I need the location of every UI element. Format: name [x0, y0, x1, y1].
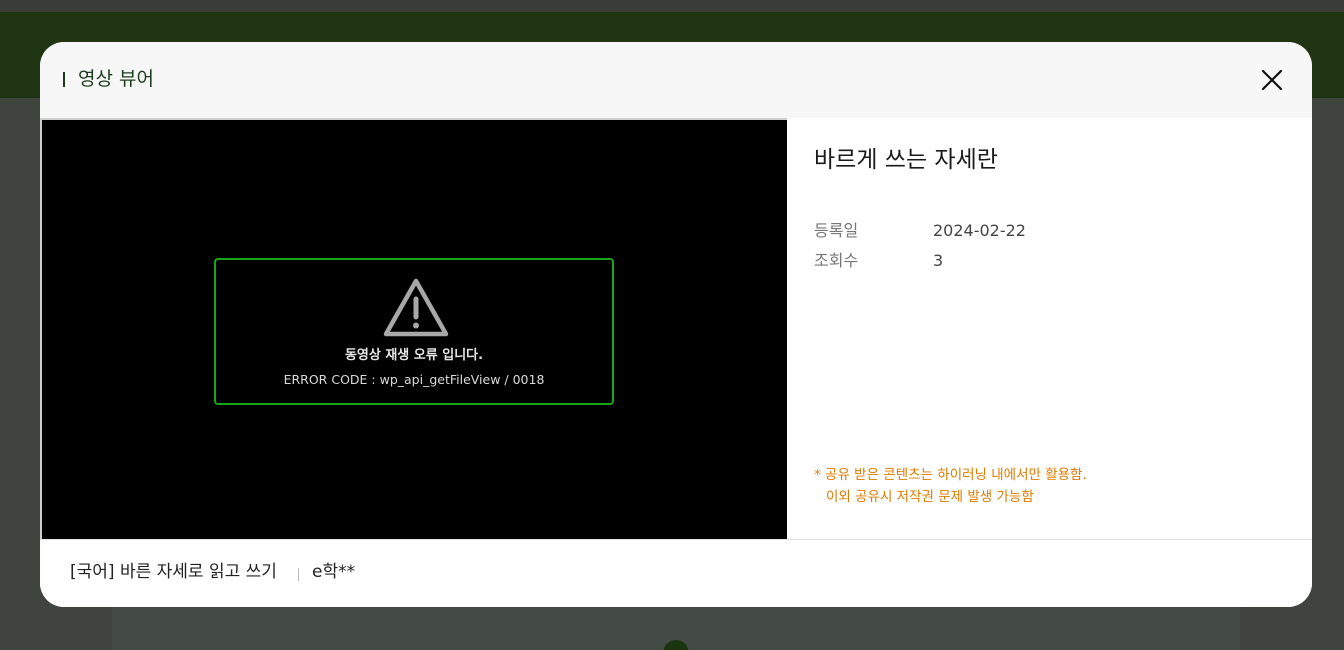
error-code: ERROR CODE : wp_api_getFileView / 0018	[283, 372, 545, 387]
notice-line-1: * 공유 받은 콘텐츠는 하이러닝 내에서만 활용함.	[814, 467, 1087, 483]
notice-line-2: 이외 공유시 저작권 문제 발생 가능함	[826, 489, 1034, 505]
video-error-box: 동영상 재생 오류 입니다. ERROR CODE : wp_api_getFi…	[214, 258, 614, 405]
modal-footer: [국어] 바른 자세로 읽고 쓰기 e학**	[40, 539, 1312, 607]
video-viewer-modal: 영상 뷰어 동영상 재생 오류 입니다. ERROR CODE : wp_api…	[40, 42, 1312, 607]
modal-title: 영상 뷰어	[78, 68, 154, 90]
close-icon	[1261, 69, 1283, 91]
modal-header: 영상 뷰어	[40, 42, 1312, 118]
meta-value-date: 2024-02-22	[933, 221, 1026, 240]
video-title: 바르게 쓰는 자세란	[814, 147, 998, 173]
warning-triangle-icon	[383, 278, 449, 337]
author-name: e학**	[312, 562, 356, 582]
copyright-notice: * 공유 받은 콘텐츠는 하이러닝 내에서만 활용함. 이외 공유시 저작권 문…	[814, 464, 1087, 508]
close-button[interactable]	[1258, 66, 1286, 94]
video-info-panel: 바르게 쓰는 자세란 등록일 2024-02-22 조회수 3 * 공유 받은 …	[787, 118, 1312, 539]
meta-label-date: 등록일	[814, 221, 859, 240]
meta-value-views: 3	[933, 251, 944, 270]
background-top-bar	[0, 0, 1344, 12]
meta-label-views: 조회수	[814, 251, 859, 270]
error-message: 동영상 재생 오류 입니다.	[344, 348, 484, 363]
footer-divider	[298, 568, 299, 581]
video-player[interactable]: 동영상 재생 오류 입니다. ERROR CODE : wp_api_getFi…	[40, 118, 787, 539]
course-title: [국어] 바른 자세로 읽고 쓰기	[70, 562, 277, 582]
title-accent-bar	[63, 72, 65, 87]
